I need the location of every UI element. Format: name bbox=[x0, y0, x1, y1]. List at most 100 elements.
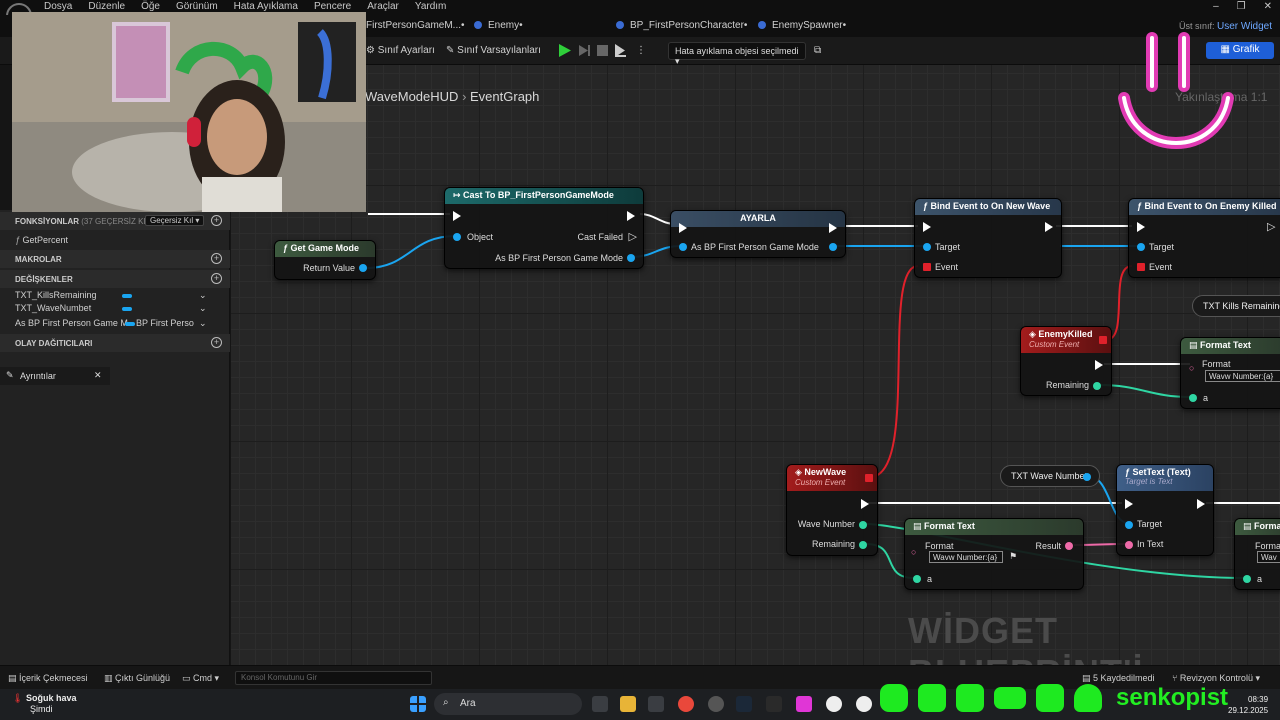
eye-icon[interactable]: ⌄ bbox=[199, 290, 207, 301]
game-mode-in-pin[interactable] bbox=[679, 243, 687, 251]
node-format-text-1[interactable]: ▤ Format Text ○ Format Wavw Number:{a} a bbox=[1180, 337, 1280, 409]
add-dispatcher-icon[interactable]: + bbox=[211, 337, 222, 348]
a-pin[interactable] bbox=[1189, 394, 1197, 402]
output-log-button[interactable]: ▥ Çıktı Günlüğü bbox=[104, 673, 170, 684]
function-get-percent[interactable]: ƒ GetPercent bbox=[15, 235, 68, 245]
format-text-input-3[interactable]: Wav bbox=[1257, 551, 1280, 563]
a-pin[interactable] bbox=[1243, 575, 1251, 583]
macros-header[interactable]: MAKROLAR + bbox=[0, 250, 230, 268]
unreal-engine-icon[interactable] bbox=[826, 696, 842, 712]
file-explorer-icon[interactable] bbox=[620, 696, 636, 712]
close-icon[interactable]: ✕ bbox=[1264, 1, 1272, 12]
play-icon[interactable] bbox=[558, 44, 571, 57]
menu-edit[interactable]: Düzenle bbox=[88, 1, 135, 12]
exec-out-pin[interactable] bbox=[829, 223, 837, 233]
exec-in-pin[interactable] bbox=[1125, 499, 1133, 509]
node-enemy-killed-event[interactable]: ◈ EnemyKilled Custom Event Remaining bbox=[1020, 326, 1112, 396]
result-pin[interactable] bbox=[1065, 542, 1073, 550]
node-format-text-2[interactable]: ▤ Format Text ○ Format Wavw Number:{a} ⚑… bbox=[904, 518, 1084, 590]
exec-in-pin[interactable] bbox=[453, 211, 461, 221]
node-get-game-mode[interactable]: ƒ Get Game Mode Return Value bbox=[274, 240, 376, 280]
add-variable-icon[interactable]: + bbox=[211, 273, 222, 284]
return-value-pin[interactable] bbox=[359, 264, 367, 272]
exec-in-pin[interactable] bbox=[923, 222, 931, 232]
tab-enemy-spawner[interactable]: EnemySpawner• bbox=[758, 20, 846, 31]
debug-filter-icon[interactable]: ⧉ bbox=[814, 45, 821, 56]
delegate-out-pin[interactable] bbox=[1099, 336, 1107, 344]
chrome-icon[interactable] bbox=[678, 696, 694, 712]
unreal-engine-2-icon[interactable] bbox=[856, 696, 872, 712]
node-bind-on-new-wave[interactable]: ƒ Bind Event to On New Wave Target Event bbox=[914, 198, 1062, 278]
variable-txt-wave-numbet[interactable]: TXT Wave Numbet bbox=[1000, 465, 1100, 487]
menu-tools[interactable]: Araçlar bbox=[367, 1, 409, 12]
epic-games-icon[interactable] bbox=[766, 696, 782, 712]
play-options-icon[interactable]: ⋮ bbox=[636, 45, 646, 56]
format-text-input-2[interactable]: Wavw Number:{a} bbox=[929, 551, 1003, 563]
target-pin[interactable] bbox=[1125, 521, 1133, 529]
menu-file[interactable]: Dosya bbox=[44, 1, 82, 12]
steam-icon[interactable] bbox=[736, 696, 752, 712]
tab-first-person-game-mode[interactable]: FirstPersonGameM...• bbox=[366, 20, 465, 31]
variable-txt-kills-remaining[interactable]: TXT_KillsRemaining ⌄ bbox=[15, 290, 227, 300]
format-pin-icon[interactable]: ○ bbox=[911, 547, 916, 557]
exec-out-pin[interactable] bbox=[1045, 222, 1053, 232]
node-set-variable[interactable]: AYARLA As BP First Person Game Mode bbox=[670, 210, 846, 258]
tab-bp-first-person-character[interactable]: BP_FirstPersonCharacter• bbox=[616, 20, 747, 31]
cmd-dropdown[interactable]: ▭ Cmd ▾ bbox=[182, 673, 219, 684]
exec-out-icon[interactable]: ▷ bbox=[1267, 220, 1275, 233]
class-defaults-button[interactable]: ✎ Sınıf Varsayılanları bbox=[446, 45, 541, 56]
debug-object-select[interactable]: Hata ayıklama objesi seçilmedi ▾ bbox=[668, 42, 806, 66]
target-pin[interactable] bbox=[1137, 243, 1145, 251]
task-view-icon[interactable] bbox=[592, 696, 608, 712]
node-bind-on-enemy-killed[interactable]: ƒ Bind Event to On Enemy Killed ▷ Target… bbox=[1128, 198, 1280, 278]
node-set-text[interactable]: ƒ SetText (Text) Target is Text Target In… bbox=[1116, 464, 1214, 556]
remaining-pin[interactable] bbox=[1093, 382, 1101, 390]
exec-out-pin[interactable] bbox=[861, 499, 869, 509]
dispatchers-header[interactable]: OLAY DAĞITICILARI + bbox=[0, 334, 230, 352]
node-cast-to-game-mode[interactable]: ↦ Cast To BP_FirstPersonGameMode Object … bbox=[444, 187, 644, 269]
add-function-icon[interactable]: + bbox=[211, 215, 222, 226]
console-input[interactable]: Konsol Komutunu Gir bbox=[235, 671, 432, 685]
object-pin[interactable] bbox=[453, 233, 461, 241]
exec-out-pin[interactable] bbox=[1095, 360, 1103, 370]
functions-header[interactable]: FONKSİYONLAR (37 GEÇERSİZ KILINA Geçersi… bbox=[0, 212, 230, 230]
a-pin[interactable] bbox=[913, 575, 921, 583]
node-new-wave-event[interactable]: ◈ NewWave Custom Event Wave Number Remain… bbox=[786, 464, 878, 556]
delegate-out-pin[interactable] bbox=[865, 474, 873, 482]
node-format-text-3[interactable]: ▤ Forma Forma Wav a bbox=[1234, 518, 1280, 590]
wave-var-out-pin[interactable] bbox=[1083, 473, 1091, 481]
app-icon[interactable] bbox=[708, 696, 724, 712]
menu-help[interactable]: Yardım bbox=[415, 1, 457, 12]
weather-widget[interactable]: 🌡 Soğuk hava Şimdi bbox=[12, 693, 76, 715]
windows-start-icon[interactable] bbox=[410, 696, 426, 712]
menu-debug[interactable]: Hata Ayıklama bbox=[234, 1, 308, 12]
advance-frame-icon[interactable] bbox=[578, 44, 591, 57]
app-pink-icon[interactable] bbox=[796, 696, 812, 712]
cast-failed-exec-icon[interactable]: ▷ bbox=[629, 230, 637, 243]
stop-icon[interactable] bbox=[596, 44, 609, 57]
eye-icon[interactable]: ⌄ bbox=[199, 303, 207, 314]
add-macro-icon[interactable]: + bbox=[211, 253, 222, 264]
target-pin[interactable] bbox=[923, 243, 931, 251]
flag-icon[interactable]: ⚑ bbox=[1009, 551, 1017, 562]
possess-icon[interactable] bbox=[614, 44, 627, 57]
content-drawer-button[interactable]: ▤ İçerik Çekmecesi bbox=[8, 673, 88, 684]
class-settings-button[interactable]: ⚙ Sınıf Ayarları bbox=[366, 45, 435, 56]
exec-out-pin[interactable] bbox=[627, 211, 635, 221]
as-game-mode-pin[interactable] bbox=[627, 254, 635, 262]
minimize-icon[interactable]: – bbox=[1213, 1, 1219, 12]
maximize-icon[interactable]: ❐ bbox=[1237, 1, 1246, 12]
store-icon[interactable] bbox=[648, 696, 664, 712]
eye-icon[interactable]: ⌄ bbox=[199, 318, 207, 329]
tab-enemy[interactable]: Enemy• bbox=[474, 20, 523, 31]
event-pin[interactable] bbox=[923, 263, 931, 271]
breadcrumb-asset[interactable]: WaveModeHUD bbox=[365, 89, 458, 104]
variable-txt-wave-numbet[interactable]: TXT_WaveNumbet ⌄ bbox=[15, 303, 227, 313]
system-clock[interactable]: 08:39 29.12.2025 bbox=[1228, 694, 1268, 716]
game-mode-out-pin[interactable] bbox=[829, 243, 837, 251]
override-dropdown[interactable]: Geçersiz Kıl ▾ bbox=[145, 215, 205, 226]
format-text-input-1[interactable]: Wavw Number:{a} bbox=[1205, 370, 1280, 382]
variable-txt-kills-remaining[interactable]: TXT Kills Remaining bbox=[1192, 295, 1280, 317]
exec-in-pin[interactable] bbox=[1137, 222, 1145, 232]
remaining-pin[interactable] bbox=[859, 541, 867, 549]
